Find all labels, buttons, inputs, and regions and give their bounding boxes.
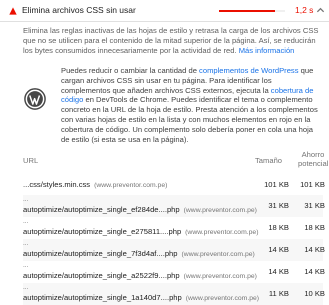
resource-savings: 101 KB [300, 180, 325, 189]
resource-savings: 31 KB [304, 201, 325, 210]
warning-triangle-icon [9, 7, 17, 15]
table-row: ... autoptimize/autoptimize_single_e2758… [23, 217, 325, 239]
resource-savings: 10 KB [304, 289, 325, 298]
url-ellipsis: ... [23, 284, 29, 291]
resource-size: 11 KB [268, 289, 289, 298]
advice-text: en DevTools de Chrome. Puedes identifica… [61, 95, 318, 144]
resource-savings: 18 KB [304, 223, 325, 232]
resource-savings: 14 KB [304, 267, 325, 276]
column-header-url: URL [23, 156, 39, 165]
resource-savings: 14 KB [304, 245, 325, 254]
resource-url[interactable]: ...css/styles.min.css (www.preventor.com.… [23, 180, 167, 189]
table-row: ... autoptimize/autoptimize_single_1a140… [23, 283, 325, 305]
table-row: ... autoptimize/autoptimize_single_ef284… [23, 195, 325, 217]
url-ellipsis: ... [23, 218, 29, 225]
table-row: ... autoptimize/autoptimize_single_a2522… [23, 261, 325, 283]
resource-size: 31 KB [268, 201, 289, 210]
advice-text: Puedes reducir o cambiar la cantidad de [61, 66, 200, 75]
resource-url[interactable]: autoptimize/autoptimize_single_ef284de..… [23, 205, 257, 214]
table-row: ... autoptimize/autoptimize_single_7f3d4… [23, 239, 325, 261]
url-ellipsis: ... [23, 196, 29, 203]
audit-title: Elimina archivos CSS sin usar [22, 5, 136, 15]
column-header-size: Tamaño [255, 156, 283, 165]
wordpress-icon [24, 88, 46, 110]
wordpress-advice: Puedes reducir o cambiar la cantidad de … [61, 66, 323, 144]
chevron-up-icon[interactable] [316, 6, 325, 15]
table-row: ...css/styles.min.css (www.preventor.com.… [23, 175, 325, 195]
url-ellipsis: ... [23, 262, 29, 269]
savings-bar [219, 10, 285, 12]
resource-size: 14 KB [268, 267, 289, 276]
resource-url[interactable]: autoptimize/autoptimize_single_7f3d4af..… [23, 249, 255, 258]
wordpress-plugins-link[interactable]: complementos de WordPress [199, 66, 298, 75]
audit-description: Elimina las reglas inactivas de las hoja… [23, 26, 323, 55]
audit-header[interactable]: Elimina archivos CSS sin usar 1,2 s [0, 0, 329, 22]
resource-url[interactable]: autoptimize/autoptimize_single_e275811..… [23, 227, 258, 236]
savings-value: 1,2 s [295, 5, 314, 15]
savings-bar-fill [219, 10, 276, 12]
resource-url[interactable]: autoptimize/autoptimize_single_1a140d7..… [23, 293, 259, 302]
resource-size: 18 KB [268, 223, 289, 232]
unused-css-audit: Elimina archivos CSS sin usar 1,2 s Elim… [0, 0, 329, 305]
learn-more-link[interactable]: Más información [239, 46, 295, 55]
url-ellipsis: ... [23, 240, 29, 247]
column-header-savings: Ahorro potencial [298, 150, 329, 168]
resource-size: 101 KB [264, 180, 289, 189]
resource-url[interactable]: autoptimize/autoptimize_single_a2522f9..… [23, 271, 257, 280]
resource-size: 14 KB [268, 245, 289, 254]
